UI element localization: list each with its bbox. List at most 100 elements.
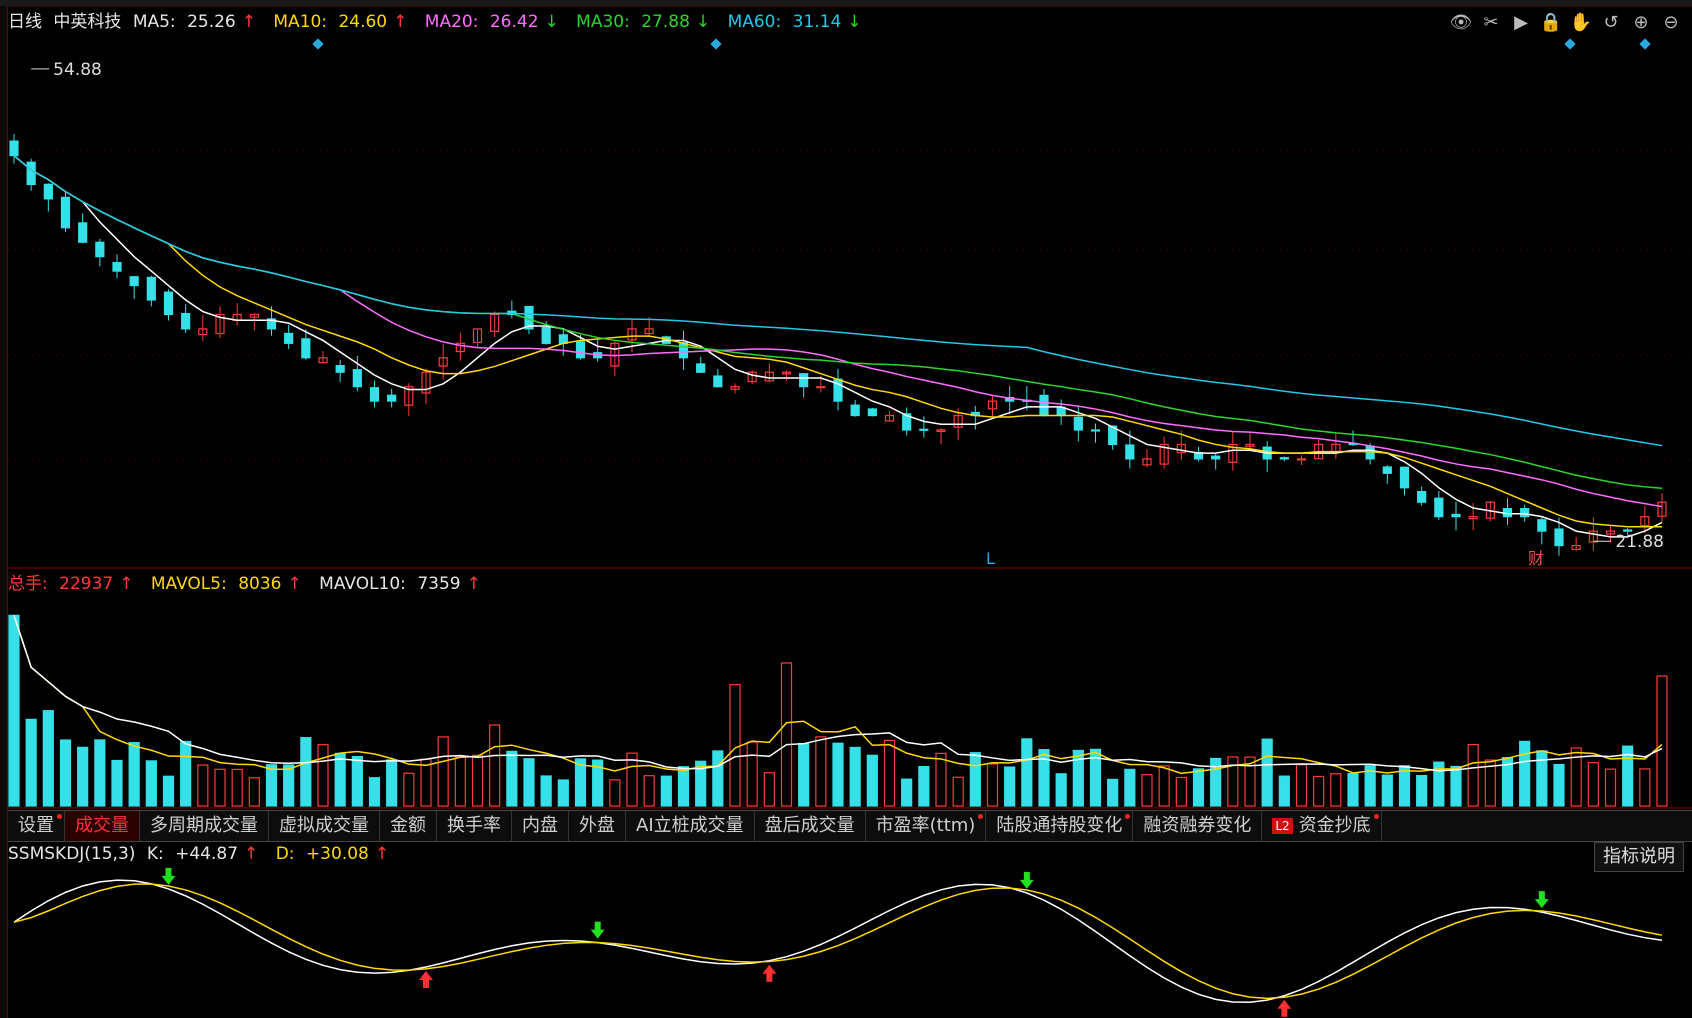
volume-bar	[454, 756, 466, 807]
volume-bar	[180, 740, 192, 807]
volume-bar	[883, 739, 896, 807]
volume-bar	[214, 768, 226, 807]
candle-body	[919, 428, 929, 431]
volume-bar	[643, 775, 655, 807]
candle-body	[163, 291, 174, 316]
eye-icon[interactable]: 👁	[1448, 10, 1474, 36]
diamond-marker-icon	[710, 38, 722, 50]
volume-bar	[1656, 675, 1668, 807]
candle-body	[301, 338, 311, 359]
volume-bar	[1381, 774, 1393, 807]
ma60-value: 31.14	[792, 12, 842, 32]
volume-bar	[540, 775, 552, 807]
tab-label: 资金抄底	[1298, 815, 1371, 836]
scissors-icon[interactable]: ✂	[1478, 10, 1504, 36]
ma10-label: MA10:	[273, 12, 328, 32]
candle-body	[112, 261, 122, 272]
volume-bar	[1107, 778, 1119, 807]
candle-body	[1211, 455, 1221, 460]
volume-bar	[1330, 773, 1342, 807]
buy-arrow-icon	[762, 964, 777, 982]
volume-bar	[1021, 738, 1033, 807]
ma30-label: MA30:	[576, 12, 630, 32]
candle-body	[713, 375, 723, 388]
kdj-d-arrow: ↑	[374, 844, 390, 864]
volume-bar	[969, 752, 981, 807]
undo-icon[interactable]: ↺	[1598, 10, 1624, 36]
play-icon[interactable]: ▶	[1508, 10, 1534, 36]
volume-bar	[849, 746, 861, 807]
ma60-arrow: ↓	[847, 12, 862, 32]
tab-8[interactable]: AI立桩成交量	[626, 811, 755, 841]
lock-icon[interactable]: 🔒	[1538, 10, 1564, 36]
volume-bar	[489, 724, 501, 807]
ma20-value: 26.42	[489, 12, 539, 32]
indicator-explain-button[interactable]: 指标说明	[1594, 842, 1684, 872]
ma60-label: MA60:	[727, 12, 782, 32]
tab-5[interactable]: 换手率	[437, 811, 512, 841]
candle-body	[696, 363, 706, 373]
volume-bar	[815, 736, 827, 807]
volume-bar	[231, 768, 243, 807]
tab-9[interactable]: 盘后成交量	[755, 811, 866, 841]
candle-body	[1279, 457, 1289, 460]
tab-7[interactable]: 外盘	[569, 811, 626, 841]
hand-icon[interactable]: ✋	[1568, 10, 1594, 36]
tab-label: 换手率	[447, 815, 501, 836]
tab-6[interactable]: 内盘	[512, 811, 569, 841]
volume-bar	[283, 764, 295, 807]
tab-label: 内盘	[522, 815, 558, 836]
diamond-marker-icon	[1639, 38, 1651, 50]
tab-4[interactable]: 金额	[380, 811, 437, 841]
l-marker: L	[986, 549, 995, 568]
candle-body	[1554, 528, 1564, 547]
tab-label: 虚拟成交量	[279, 815, 369, 836]
tab-11[interactable]: 陆股通持股变化	[986, 811, 1134, 841]
tab-1[interactable]: 成交量	[65, 811, 140, 841]
volume-bar	[677, 766, 690, 807]
tab-dot-icon	[978, 814, 984, 819]
indicator-tab-bar: 设置 成交量 多周期成交量 虚拟成交量 金额 换手率 内盘 外盘 AI立桩成交量 盘后成交量 市盈率…	[8, 810, 1692, 842]
mavol5-label: MAVOL5:	[150, 574, 227, 594]
ma10-value: 24.60	[338, 12, 388, 32]
mavol5-arrow: ↑	[287, 574, 302, 594]
candle-body	[1451, 513, 1461, 518]
candle-body	[1537, 519, 1547, 532]
volume-bar	[1192, 768, 1205, 807]
tab-0[interactable]: 设置	[8, 811, 65, 841]
ma10-arrow: ↑	[393, 12, 408, 32]
candle-body	[9, 140, 19, 157]
tab-10[interactable]: 市盈率(ttm)	[866, 811, 987, 841]
tab-12[interactable]: 融资融券变化	[1133, 811, 1263, 841]
volume-bar	[557, 779, 569, 807]
cai-marker: 财	[1528, 549, 1544, 568]
ma30-value: 27.88	[641, 12, 690, 32]
tab-2[interactable]: 多周期成交量	[140, 811, 269, 841]
candle-body	[575, 341, 586, 359]
volume-bar	[1295, 764, 1308, 807]
candle-body	[816, 386, 826, 389]
tab-dot-icon	[1373, 814, 1379, 819]
volume-bar	[94, 739, 106, 807]
volume-bar	[1450, 765, 1462, 807]
volume-bar	[866, 754, 878, 807]
buy-arrow-icon	[419, 970, 433, 988]
tab-label: 多周期成交量	[150, 815, 258, 836]
buy-arrow-icon	[1277, 999, 1292, 1017]
zoom-out-icon[interactable]: ⊖	[1658, 10, 1684, 36]
candle-body	[352, 369, 362, 388]
kdj-d-label: D:	[275, 844, 295, 864]
sell-arrow-icon	[161, 867, 176, 885]
volume-bar	[712, 750, 724, 807]
mavol10-label: MAVOL10:	[319, 574, 406, 594]
low-price-label: 21.88	[1615, 532, 1664, 552]
period-label[interactable]: 日线	[8, 12, 42, 32]
candle-body	[284, 332, 294, 344]
zoom-in-icon[interactable]: ⊕	[1628, 10, 1654, 36]
volume-bar	[1210, 757, 1222, 807]
tab-label: 融资融券变化	[1143, 815, 1252, 836]
volume-bar	[729, 684, 741, 807]
tab-13[interactable]: L2 资金抄底	[1262, 811, 1382, 841]
kdj-name[interactable]: SSMSKDJ(15,3)	[8, 844, 135, 864]
tab-3[interactable]: 虚拟成交量	[269, 811, 380, 841]
